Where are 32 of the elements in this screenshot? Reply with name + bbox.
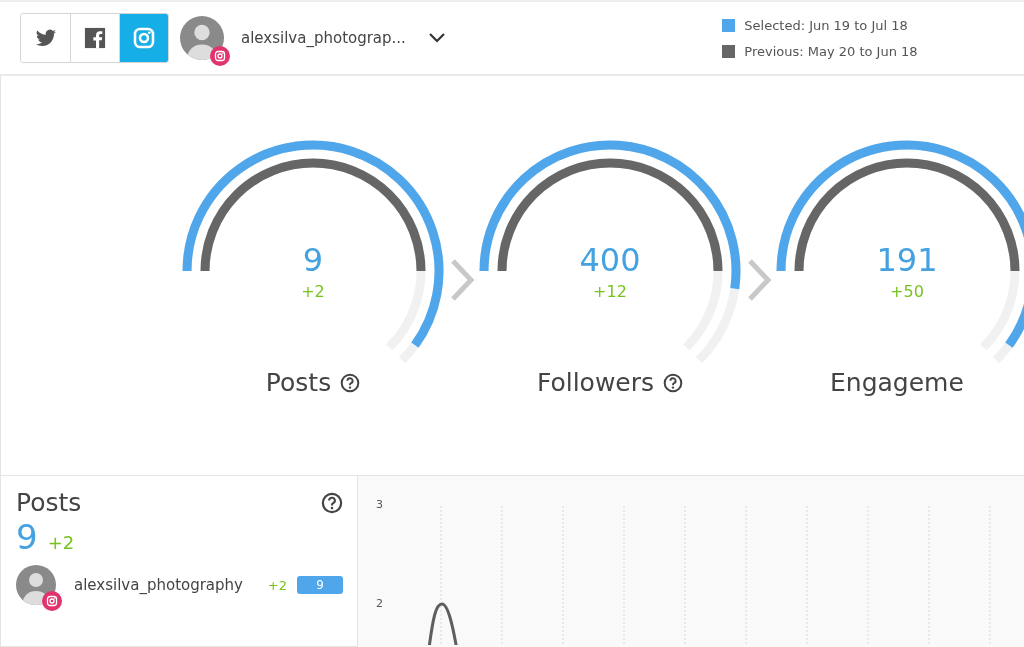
y-axis-label: 2 [376, 597, 383, 610]
gauge-label: Followers [536, 368, 655, 397]
help-icon[interactable] [321, 491, 343, 514]
legend-label: Selected: Jun 19 to Jul 18 [744, 17, 908, 33]
dropdown-button[interactable] [427, 32, 446, 44]
line-series [426, 602, 460, 645]
total-value: 9 [16, 517, 38, 557]
gauge-label: Engageme [830, 368, 964, 397]
gauge-delta: +12 [593, 282, 627, 301]
gauge-value: 9 [302, 244, 324, 276]
facebook-icon [84, 27, 106, 49]
avatar [16, 565, 56, 605]
account-name: alexsilva_photography [74, 576, 243, 594]
total-delta: +2 [47, 532, 75, 553]
y-axis-label: 3 [376, 498, 383, 511]
gauge-delta: +50 [890, 282, 924, 301]
gauge-value: 191 [876, 244, 938, 276]
panel-title: Posts [16, 488, 82, 517]
chevron-right-icon [745, 258, 772, 302]
gauge-value: 400 [579, 244, 641, 276]
bird-icon [34, 27, 57, 49]
help-icon[interactable] [663, 372, 684, 393]
gauge-delta: +2 [301, 282, 325, 301]
legend-label: Previous: May 20 to Jun 18 [744, 43, 918, 59]
count-badge: 9 [297, 576, 343, 594]
avatar [180, 16, 224, 60]
instagram-icon [132, 26, 156, 50]
account-delta: +2 [267, 577, 287, 593]
help-icon[interactable] [340, 372, 361, 393]
gauge-label: Posts [265, 368, 332, 397]
chevron-right-icon [448, 258, 475, 302]
account-name: alexsilva_photograp... [241, 29, 406, 47]
